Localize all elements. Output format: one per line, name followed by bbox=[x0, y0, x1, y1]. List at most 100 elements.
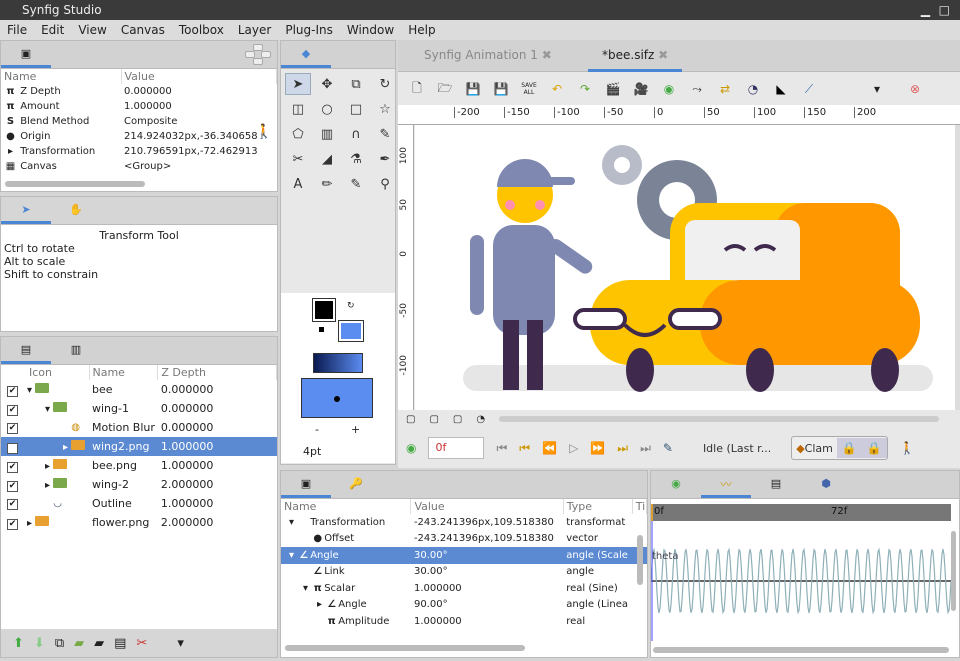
outline-color-swatch[interactable] bbox=[312, 298, 336, 322]
param-row[interactable]: ▾ ∠ Angle 30.00° angle (Scale bbox=[281, 547, 647, 564]
layer-zdepth[interactable]: 1.000000 bbox=[158, 494, 277, 513]
expander-icon[interactable]: ▸ bbox=[18, 480, 50, 491]
layer-row[interactable]: ✔ ◍ Motion Blur 0.000000 bbox=[1, 418, 277, 437]
star-tool-button[interactable]: ☆ bbox=[372, 98, 398, 120]
menu-help[interactable]: Help bbox=[401, 20, 442, 40]
param-value[interactable]: -243.241396px,109.518380 bbox=[411, 531, 563, 548]
rectangle-tool-button[interactable]: □ bbox=[343, 98, 369, 120]
expander-icon[interactable]: ▸ bbox=[18, 461, 50, 472]
transform-tool-button[interactable]: ➤ bbox=[285, 73, 311, 95]
next-keyframe-button[interactable]: ⏭ bbox=[617, 441, 628, 456]
cutout-tool-button[interactable]: ✂ bbox=[285, 148, 311, 170]
preview-button[interactable]: 🎥 bbox=[630, 78, 652, 100]
tab-library[interactable]: ▥ bbox=[51, 338, 101, 364]
param-row[interactable]: π Z Depth 0.000000 bbox=[1, 84, 277, 99]
layer-row[interactable]: ✔ ▸ wing2.png 1.000000 bbox=[1, 437, 277, 456]
param-value[interactable]: Composite bbox=[121, 114, 277, 129]
layer-zdepth[interactable]: 1.000000 bbox=[158, 456, 277, 475]
layer-visibility-checkbox[interactable]: ✔ bbox=[7, 498, 18, 510]
param-row[interactable]: ▸ ∠ Angle 90.00° angle (Linea bbox=[281, 597, 647, 614]
param-value[interactable]: 210.796591px,-72.462913 bbox=[121, 144, 277, 159]
tab-library[interactable]: ⬢ bbox=[801, 472, 851, 498]
param-row[interactable]: ▾ Transformation -243.241396px,109.518380… bbox=[281, 514, 647, 531]
expander-icon[interactable]: ▸ bbox=[18, 442, 68, 453]
fill-color-swatch[interactable] bbox=[338, 320, 364, 342]
onion-skin-button[interactable]: ◉ bbox=[658, 78, 680, 100]
param-row[interactable]: S Blend Method Composite bbox=[1, 114, 277, 129]
layer-name[interactable]: bee bbox=[89, 380, 158, 399]
time-ruler[interactable]: 0f 72f bbox=[651, 504, 951, 521]
save-all-button[interactable]: SAVE ALL bbox=[518, 78, 540, 100]
layer-name[interactable]: wing-2 bbox=[89, 475, 158, 494]
interpolation-select[interactable]: ◆Clam bbox=[792, 442, 837, 455]
new-file-button[interactable]: 🗋 bbox=[406, 78, 428, 100]
tab-layers[interactable]: ▤ bbox=[1, 338, 51, 364]
smooth-move-tool-button[interactable]: ✥ bbox=[314, 73, 340, 95]
param-value[interactable]: 1.000000 bbox=[411, 613, 563, 630]
group-layer-button[interactable]: ▰ bbox=[74, 636, 84, 651]
column-header[interactable]: Icon bbox=[1, 365, 90, 380]
param-row[interactable]: ▸ Transformation 210.796591px,-72.462913 bbox=[1, 144, 277, 159]
layer-zdepth[interactable]: 2.000000 bbox=[158, 475, 277, 494]
spline-tool-button[interactable]: ∩ bbox=[343, 123, 369, 145]
seek-begin-button[interactable]: ⏮ bbox=[496, 441, 507, 456]
polygon-tool-button[interactable]: ⬠ bbox=[285, 123, 311, 145]
column-header[interactable]: Value bbox=[410, 499, 564, 514]
sketch-tool-button[interactable]: ✏ bbox=[314, 173, 340, 195]
swap-colors-icon[interactable]: ↻ bbox=[347, 301, 355, 311]
layer-name[interactable]: wing-1 bbox=[89, 399, 158, 418]
close-tab-icon[interactable]: ✖ bbox=[542, 48, 552, 62]
prev-keyframe-button[interactable]: ⏮ bbox=[519, 441, 530, 456]
param-value[interactable]: 1.000000 bbox=[411, 580, 563, 597]
layer-row[interactable]: ✔ ▾ wing-1 0.000000 bbox=[1, 399, 277, 418]
animation-mode-button[interactable]: 🚶 bbox=[900, 441, 915, 455]
column-header[interactable]: Value bbox=[121, 69, 277, 84]
menu-plug-ins[interactable]: Plug-Ins bbox=[278, 20, 340, 40]
layer-visibility-checkbox[interactable]: ✔ bbox=[7, 422, 18, 434]
param-value[interactable]: <Group> bbox=[121, 159, 277, 174]
keyframe-lock-icon[interactable]: ◉ bbox=[406, 441, 416, 455]
expander-icon[interactable]: ▸ bbox=[284, 599, 322, 610]
show-bone-button[interactable]: ◔ bbox=[742, 78, 764, 100]
menu-edit[interactable]: Edit bbox=[34, 20, 71, 40]
param-row[interactable]: ● Origin 214.924032px,-36.340658 bbox=[1, 129, 277, 144]
param-value[interactable]: 214.924032px,-36.340658 bbox=[121, 129, 277, 144]
show-vertex-button[interactable]: ⤳ bbox=[686, 78, 708, 100]
circle-tool-button[interactable]: ○ bbox=[314, 98, 340, 120]
save-button[interactable]: 💾 bbox=[462, 78, 484, 100]
gradient-swatch[interactable] bbox=[313, 353, 363, 373]
close-tab-icon[interactable]: ✖ bbox=[658, 48, 668, 62]
text-tool-button[interactable]: A bbox=[285, 173, 311, 195]
menu-layer[interactable]: Layer bbox=[231, 20, 278, 40]
layer-row[interactable]: ✔ ◡ Outline 1.000000 bbox=[1, 494, 277, 513]
menu-window[interactable]: Window bbox=[340, 20, 401, 40]
param-row[interactable]: ▾ π Scalar 1.000000 real (Sine) bbox=[281, 580, 647, 597]
param-value[interactable]: 30.00° bbox=[410, 547, 564, 564]
bone-tool-button[interactable]: ⟋ bbox=[798, 78, 820, 100]
expander-icon[interactable]: ▾ bbox=[18, 385, 32, 396]
canvas-drawing-area[interactable] bbox=[415, 125, 955, 410]
layer-row[interactable]: ✔ ▾ bee 0.000000 bbox=[1, 380, 277, 399]
draw-tool-button[interactable]: ✎ bbox=[372, 123, 398, 145]
layer-zdepth[interactable]: 0.000000 bbox=[158, 399, 277, 418]
scale-tool-button[interactable]: ⧉ bbox=[343, 73, 369, 95]
layer-visibility-checkbox[interactable]: ✔ bbox=[7, 442, 18, 454]
menu-canvas[interactable]: Canvas bbox=[114, 20, 172, 40]
undo-button[interactable]: ↶ bbox=[546, 78, 568, 100]
param-row[interactable]: π Amplitude 1.000000 real bbox=[281, 613, 647, 630]
layer-zdepth[interactable]: 0.000000 bbox=[158, 380, 277, 399]
document-tab[interactable]: *bee.sifz ✖ bbox=[588, 44, 683, 72]
expander-icon[interactable]: ▾ bbox=[284, 583, 308, 594]
column-header[interactable]: Ti bbox=[632, 499, 648, 514]
lock-past-button[interactable]: 🔒 bbox=[836, 438, 862, 458]
redo-button[interactable]: ↷ bbox=[574, 78, 596, 100]
param-row[interactable]: ● Offset -243.241396px,109.518380 vector bbox=[281, 531, 647, 548]
save-as-button[interactable]: 💾 bbox=[490, 78, 512, 100]
horizontal-scrollbar[interactable] bbox=[5, 181, 145, 187]
next-frame-button[interactable]: ⏩ bbox=[590, 441, 605, 455]
expander-icon[interactable]: ▾ bbox=[284, 517, 294, 528]
zoom-tool-button[interactable]: ⚲ bbox=[372, 173, 398, 195]
tab-navigator[interactable]: ✋ bbox=[51, 198, 101, 224]
tab-params[interactable]: ▣ bbox=[281, 472, 331, 498]
column-header[interactable]: Z Depth bbox=[157, 365, 277, 380]
